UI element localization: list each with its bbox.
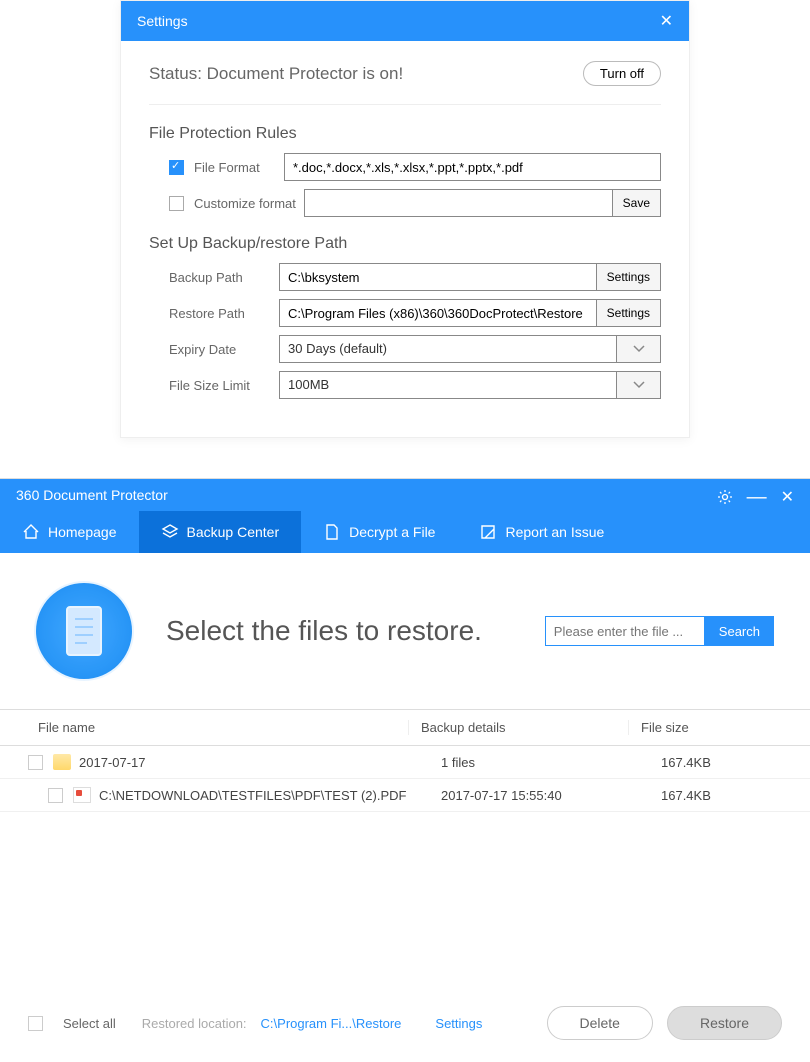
file-protection-rules-title: File Protection Rules [149, 125, 661, 143]
tabbar: Homepage Backup Center Decrypt a File Re… [0, 511, 810, 553]
settings-dialog: Settings ✕ Status: Document Protector is… [120, 0, 690, 438]
column-file-name: File name [38, 720, 408, 735]
restored-location-link[interactable]: C:\Program Fi...\Restore [261, 1016, 402, 1031]
hero-section: Select the files to restore. Search [0, 553, 810, 709]
restore-path-label: Restore Path [169, 306, 279, 321]
row-size: 167.4KB [649, 755, 782, 770]
customize-format-label: Customize format [194, 196, 304, 211]
minimize-icon[interactable]: — [747, 492, 767, 502]
chevron-down-icon [633, 381, 645, 389]
select-all-label: Select all [63, 1016, 116, 1031]
file-format-input[interactable] [284, 153, 661, 181]
row-checkbox[interactable] [28, 755, 43, 770]
settings-link[interactable]: Settings [435, 1016, 482, 1031]
customize-format-input[interactable] [304, 189, 613, 217]
hero-title: Select the files to restore. [166, 615, 511, 647]
app-title: 360 Document Protector [16, 487, 168, 511]
table-row[interactable]: C:\NETDOWNLOAD\TESTFILES\PDF\TEST (2).PD… [0, 778, 810, 812]
turn-off-button[interactable]: Turn off [583, 61, 661, 86]
file-icon [323, 523, 341, 541]
row-details: 2017-07-17 15:55:40 [429, 788, 649, 803]
status-text: Status: Document Protector is on! [149, 64, 403, 84]
file-format-label: File Format [194, 160, 284, 175]
customize-format-checkbox[interactable] [169, 196, 184, 211]
footer: Select all Restored location: C:\Program… [0, 992, 810, 1062]
pdf-file-icon [73, 787, 91, 803]
delete-button[interactable]: Delete [547, 1006, 653, 1040]
layers-icon [161, 523, 179, 541]
folder-icon [53, 754, 71, 770]
select-all-checkbox[interactable] [28, 1016, 43, 1031]
table-row[interactable]: 2017-07-17 1 files 167.4KB [0, 746, 810, 778]
restore-button[interactable]: Restore [667, 1006, 782, 1040]
row-details: 1 files [429, 755, 649, 770]
row-name: 2017-07-17 [79, 755, 429, 770]
edit-icon [479, 523, 497, 541]
home-icon [22, 523, 40, 541]
save-button[interactable]: Save [613, 189, 661, 217]
document-hero-icon [36, 583, 132, 679]
tab-decrypt-label: Decrypt a File [349, 524, 435, 540]
column-file-size: File size [628, 720, 772, 735]
restore-path-settings-button[interactable]: Settings [597, 299, 661, 327]
file-size-limit-dropdown[interactable] [617, 371, 661, 399]
file-size-limit-label: File Size Limit [169, 378, 279, 393]
file-format-checkbox[interactable] [169, 160, 184, 175]
column-backup-details: Backup details [408, 720, 628, 735]
row-size: 167.4KB [649, 788, 782, 803]
close-icon[interactable]: ✕ [781, 487, 794, 507]
row-checkbox[interactable] [48, 788, 63, 803]
backup-path-input[interactable] [279, 263, 597, 291]
file-size-limit-value: 100MB [279, 371, 617, 399]
main-window: 360 Document Protector — ✕ Homepage Back… [0, 478, 810, 1062]
table-header: File name Backup details File size [0, 709, 810, 746]
tab-report[interactable]: Report an Issue [457, 511, 626, 553]
expiry-date-value: 30 Days (default) [279, 335, 617, 363]
tab-homepage[interactable]: Homepage [0, 511, 139, 553]
search-button[interactable]: Search [705, 616, 774, 646]
close-icon[interactable]: ✕ [660, 11, 673, 31]
row-name: C:\NETDOWNLOAD\TESTFILES\PDF\TEST (2).PD… [99, 788, 429, 803]
tab-decrypt[interactable]: Decrypt a File [301, 511, 457, 553]
chevron-down-icon [633, 345, 645, 353]
backup-path-label: Backup Path [169, 270, 279, 285]
settings-title: Settings [137, 13, 188, 29]
titlebar: 360 Document Protector — ✕ [0, 479, 810, 511]
tab-backup-label: Backup Center [187, 524, 280, 540]
backup-path-settings-button[interactable]: Settings [597, 263, 661, 291]
backup-path-title: Set Up Backup/restore Path [149, 235, 661, 253]
settings-titlebar: Settings ✕ [121, 1, 689, 41]
expiry-date-dropdown[interactable] [617, 335, 661, 363]
gear-icon[interactable] [717, 489, 733, 505]
tab-homepage-label: Homepage [48, 524, 117, 540]
search-input[interactable] [545, 616, 705, 646]
tab-report-label: Report an Issue [505, 524, 604, 540]
expiry-date-label: Expiry Date [169, 342, 279, 357]
restored-location-label: Restored location: [142, 1016, 247, 1031]
restore-path-input[interactable] [279, 299, 597, 327]
tab-backup-center[interactable]: Backup Center [139, 511, 302, 553]
